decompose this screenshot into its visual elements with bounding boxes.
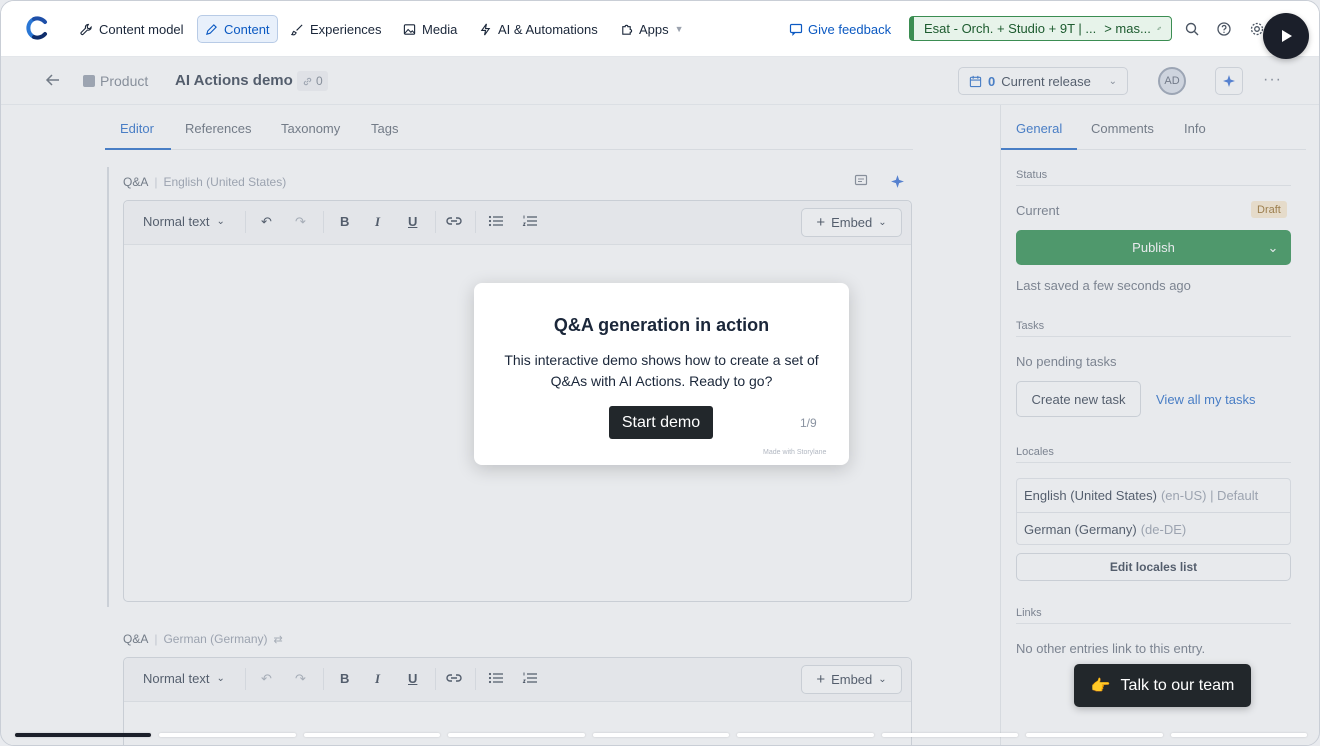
app-window: Content model Content Experiences Media …: [0, 0, 1320, 746]
feedback-label: Give feedback: [808, 21, 892, 37]
nav-ai-automations[interactable]: AI & Automations: [472, 15, 605, 43]
top-navigation: Content model Content Experiences Media …: [1, 1, 1319, 57]
progress-segment[interactable]: [1170, 733, 1307, 737]
pen-icon: [206, 23, 217, 35]
environment-branch: > mas...: [1104, 21, 1151, 36]
image-icon: [403, 23, 416, 35]
feedback-icon: [789, 23, 803, 36]
progress-segment[interactable]: [303, 733, 441, 737]
made-with-storylane[interactable]: Made with Storylane: [763, 449, 826, 456]
nav-experiences[interactable]: Experiences: [284, 15, 389, 43]
progress-segment[interactable]: [737, 733, 874, 737]
nav-content[interactable]: Content: [197, 15, 278, 43]
chevron-down-icon: ▼: [674, 24, 684, 34]
wrench-icon: [80, 23, 92, 35]
bolt-icon: [480, 23, 491, 35]
brush-icon: [291, 23, 303, 35]
progress-segment[interactable]: [15, 733, 152, 737]
dialog-title: Q&A generation in action: [553, 315, 770, 335]
contentful-logo[interactable]: [25, 15, 51, 41]
nav-label: Content: [224, 21, 270, 37]
give-feedback-link[interactable]: Give feedback: [789, 15, 891, 43]
step-indicator: 1/9: [800, 416, 817, 430]
nav-label: Content model: [99, 21, 184, 37]
play-demo-button[interactable]: [1263, 13, 1309, 59]
nav-content-model[interactable]: Content model: [73, 15, 191, 43]
play-icon: [1282, 30, 1292, 42]
nav-label: Apps: [639, 21, 669, 37]
dialog-body: This interactive demo shows how to creat…: [504, 352, 819, 389]
talk-label: Talk to our team: [1120, 676, 1235, 694]
environment-switcher[interactable]: Esat - Orch. + Studio + 9T | ... > mas..…: [909, 16, 1172, 41]
environment-label: Esat - Orch. + Studio + 9T | ...: [924, 21, 1097, 36]
nav-media[interactable]: Media: [396, 15, 464, 43]
start-demo-button[interactable]: Start demo: [609, 406, 713, 439]
rocket-icon: [1157, 26, 1161, 30]
progress-segment[interactable]: [159, 733, 296, 737]
pointing-hand-icon: 👉: [1090, 677, 1111, 695]
demo-progress-bar: [15, 733, 1307, 737]
demo-intro-dialog: Q&A generation in action This interactiv…: [474, 283, 849, 465]
puzzle-icon: [622, 24, 633, 35]
help-icon[interactable]: [1216, 21, 1232, 37]
progress-segment[interactable]: [1026, 733, 1163, 737]
nav-label: Media: [422, 21, 458, 37]
nav-apps[interactable]: Apps ▼: [613, 15, 691, 43]
progress-segment[interactable]: [881, 733, 1019, 737]
nav-label: AI & Automations: [498, 21, 598, 37]
nav-label: Experiences: [310, 21, 382, 37]
progress-segment[interactable]: [592, 733, 730, 737]
search-icon[interactable]: [1184, 21, 1200, 37]
progress-segment[interactable]: [448, 733, 585, 737]
talk-to-team-button[interactable]: 👉 Talk to our team: [1074, 664, 1251, 707]
